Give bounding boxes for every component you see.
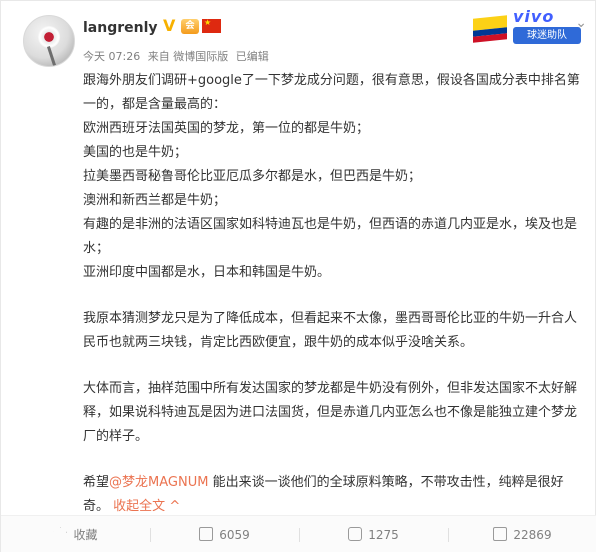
post-content: 跟海外朋友们调研+google了一下梦龙成分问题，很有意思，假设各国成分表中排名…: [83, 69, 583, 519]
post-line: 拉美墨西哥秘鲁哥伦比亚厄瓜多尔都是水，但巴西是牛奶；: [83, 169, 422, 184]
post-paragraph: 大体而言，抽样范围中所有发达国家的梦龙都是牛奶没有例外，但非发达国家不太好解释，…: [83, 381, 578, 444]
verified-v-icon: V: [163, 16, 176, 35]
post-meta: 今天 07:26 来自 微博国际版 已编辑: [83, 48, 273, 64]
colombia-flag-icon: [473, 15, 507, 43]
member-badge-icon: 会: [181, 19, 199, 34]
post-paragraph-closing: 希望@梦龙MAGNUM 能出来谈一谈他们的全球原料策略，不带攻击性，纯粹是很好奇…: [83, 475, 564, 514]
post-line: 跟海外朋友们调研+google了一下梦龙成分问题，很有意思，假设各国成分表中排名…: [83, 73, 580, 112]
favorite-button[interactable]: 收藏: [1, 516, 150, 552]
vivo-logo: vivo: [513, 7, 555, 26]
share-icon: [199, 527, 214, 541]
post-line: 美国的也是牛奶；: [83, 145, 188, 160]
comment-icon: [348, 527, 363, 541]
post-line: 有趣的是非洲的法语区国家如科特迪瓦也是牛奶，但西语的赤道几内亚是水，埃及也是水；: [83, 217, 578, 256]
post-source[interactable]: 来自 微博国际版: [148, 50, 229, 63]
thumbs-up-icon: [493, 527, 508, 541]
collapse-arrow-icon: ^: [169, 499, 181, 514]
share-button[interactable]: 6059: [150, 516, 299, 552]
user-avatar[interactable]: [23, 15, 75, 67]
post-line: 澳洲和新西兰都是牛奶；: [83, 193, 227, 208]
weibo-post-card: langrenly V 会 ★ 今天 07:26 来自 微博国际版 已编辑 vi…: [0, 0, 596, 552]
post-line: 欧洲西班牙法国英国的梦龙，第一位的都是牛奶；: [83, 121, 370, 136]
action-bar: 收藏 6059 1275 22869: [1, 515, 596, 552]
username[interactable]: langrenly: [83, 20, 158, 36]
chevron-down-icon[interactable]: ⌄: [575, 15, 587, 31]
edited-label: 已编辑: [235, 50, 269, 63]
star-icon: [53, 527, 68, 540]
collapse-full-text-link[interactable]: 收起全文 ^: [113, 499, 180, 514]
post-time[interactable]: 今天 07:26: [83, 50, 140, 63]
china-flag-icon: ★: [202, 18, 221, 33]
vivo-ad-badge[interactable]: vivo 球迷助队: [473, 7, 585, 45]
post-line: 亚洲印度中国都是水，日本和韩国是牛奶。: [83, 265, 331, 280]
avatar-flower-image: [38, 26, 60, 48]
post-paragraph: 我原本猜测梦龙只是为了降低成本，但看起来不太像，墨西哥哥伦比亚的牛奶一升合人民币…: [83, 311, 578, 350]
like-button[interactable]: 22869: [448, 516, 596, 552]
ad-banner-text: 球迷助队: [513, 27, 581, 44]
comment-button[interactable]: 1275: [299, 516, 448, 552]
mention-link[interactable]: @梦龙MAGNUM: [109, 475, 208, 490]
